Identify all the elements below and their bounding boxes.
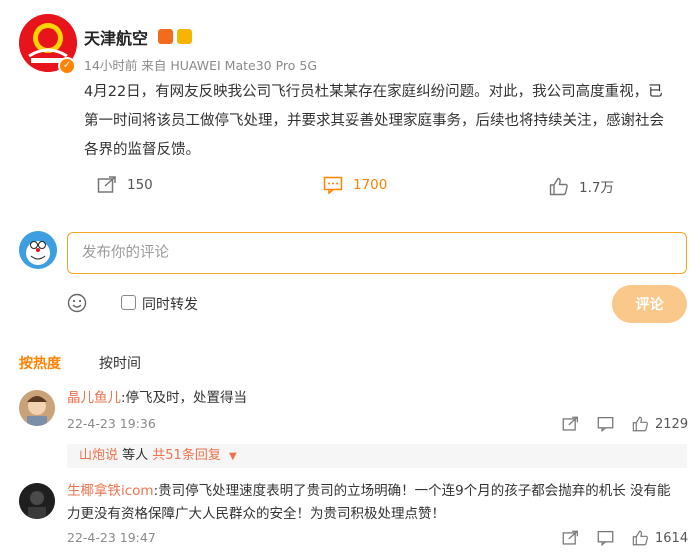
comment-button[interactable]: 1700 [323,176,387,194]
submit-comment-button[interactable]: 评论 [612,285,687,323]
comment-body: :贵司停飞处理速度表明了贵司的立场明确！一个连9个月的孩子都会抛弃的机长 没有能… [67,483,671,522]
member-badge-icon[interactable] [158,29,173,44]
reply-count-link[interactable]: 共51条回复 [152,448,221,463]
comment-actions: 2129 [562,416,688,432]
like-button[interactable]: 2129 [632,416,688,432]
reply-mid-text: 等人 [118,448,153,463]
share-button[interactable]: 150 [97,176,153,194]
comment-time: 22-4-23 19:47 [67,530,156,545]
post-text: 4月22日，有网友反映我公司飞行员杜某某存在家庭纠纷问题。对此，我公司高度重视，… [84,84,664,158]
reply-icon[interactable] [597,530,614,546]
comment-time: 22-4-23 19:36 [67,416,156,431]
current-user-avatar [19,231,57,269]
comment-count: 1700 [353,177,388,193]
like-icon [549,177,569,196]
share-icon[interactable] [562,416,579,432]
emoji-icon[interactable] [67,293,87,313]
reply-icon[interactable] [597,416,614,432]
like-button[interactable]: 1.7万 [549,176,614,196]
share-icon [97,176,117,194]
commenter-avatar[interactable] [19,483,55,519]
comment-icon [323,176,343,194]
chevron-down-icon: ▼ [228,451,237,462]
like-icon [632,416,649,432]
share-count: 150 [127,177,153,193]
comment-actions: 1614 [562,530,688,546]
fan-badge-icon[interactable] [177,29,192,44]
comment-text: 晶儿鱼儿:停飞及时，处置得当 [67,387,247,410]
commenter-avatar[interactable] [19,390,55,426]
like-count: 1614 [655,530,689,546]
commenter-name[interactable]: 生椰拿铁icom [67,483,154,499]
like-count: 1.7万 [579,180,614,196]
repost-checkbox[interactable] [121,295,136,310]
comment-text: 生椰拿铁icom:贵司停飞处理速度表明了贵司的立场明确！一个连9个月的孩子都会抛… [67,480,682,526]
like-button[interactable]: 1614 [632,530,688,546]
post-meta: 14小时前 来自 HUAWEI Mate30 Pro 5G [84,58,318,73]
verified-icon: ✓ [58,57,76,75]
comment-body: :停飞及时，处置得当 [121,390,248,406]
comment-input[interactable]: 发布你的评论 [67,232,687,274]
share-icon[interactable] [562,530,579,546]
like-icon [632,530,649,546]
commenter-name[interactable]: 晶儿鱼儿 [67,390,121,406]
reply-summary[interactable]: 山炮说 等人 共51条回复 ▼ [67,444,687,468]
tab-sort-hot[interactable]: 按热度 [19,353,61,373]
author-name[interactable]: 天津航空 [84,25,148,49]
tab-sort-time[interactable]: 按时间 [99,353,141,373]
repost-label[interactable]: 同时转发 [142,294,198,314]
reply-user[interactable]: 山炮说 [79,448,118,463]
like-count: 2129 [655,416,689,432]
